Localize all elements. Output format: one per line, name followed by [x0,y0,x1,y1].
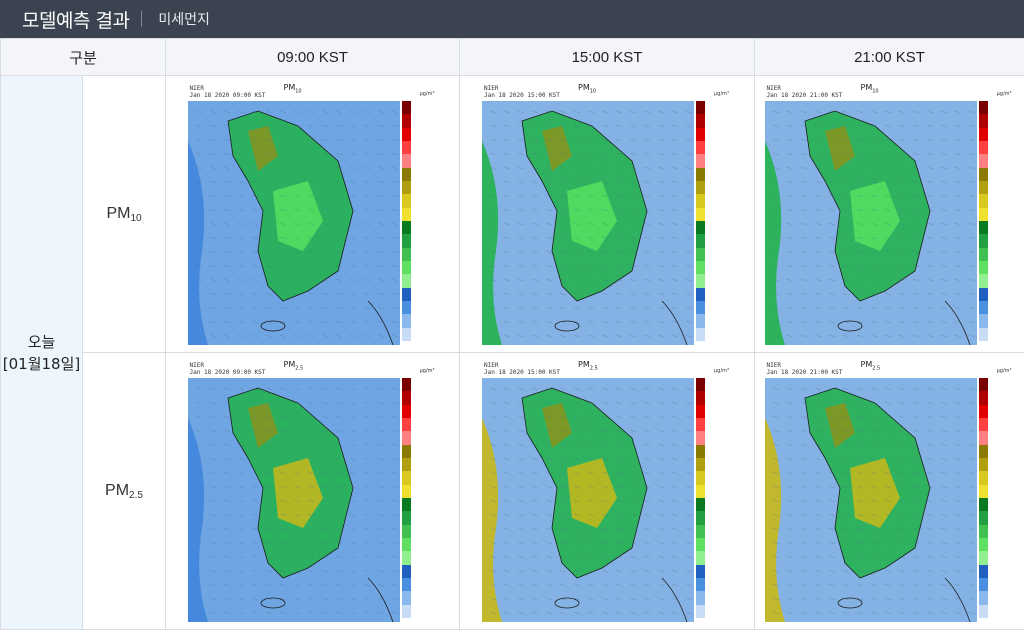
forecast-map: NIER Jan 18 2020 15:00 KST PM2.5 μg/m³ [482,360,733,622]
title-bar: 모델예측 결과 미세먼지 [0,0,1024,38]
color-scale-ticks [990,101,1014,341]
day-date: [01월18일] [2,354,81,373]
map-source: NIER [484,362,499,369]
pm10-sub: 10 [130,212,142,224]
concentration-field [187,378,400,622]
map-unit: μg/m³ [714,368,730,374]
map-cell-pm10-1500[interactable]: NIER Jan 18 2020 15:00 KST PM10 μg/m³ [459,75,756,353]
map-timestamp: Jan 18 2020 09:00 KST [189,92,266,99]
color-scale-bar [978,101,988,342]
concentration-field [482,378,695,622]
map-cell-pm25-0900[interactable]: NIER Jan 18 2020 09:00 KST PM2.5 μg/m³ [165,352,461,630]
map-timestamp: Jan 18 2020 21:00 KST [766,92,843,99]
day-cell: 오늘 [01월18일] [0,75,83,630]
color-scale-ticks [413,101,437,341]
map-unit: μg/m³ [996,91,1012,97]
map-timestamp: Jan 18 2020 15:00 KST [484,369,560,376]
map-title: PM2.5 [283,360,304,372]
map-source: NIER [766,85,781,92]
color-scale-bar [696,101,706,342]
row-label-pm25: PM2.5 [81,352,167,630]
color-scale-ticks [990,378,1014,618]
map-source: NIER [766,362,781,369]
map-title: PM10 [578,83,597,95]
column-header-time-3: 21:00 KST [754,38,1024,76]
concentration-field [482,101,695,345]
color-scale-bar [696,378,706,619]
map-unit: μg/m³ [996,368,1012,374]
concentration-field [764,101,977,345]
map-title: PM10 [283,83,302,95]
map-cell-pm25-2100[interactable]: NIER Jan 18 2020 21:00 KST PM2.5 μg/m³ [754,352,1024,630]
map-timestamp: Jan 18 2020 21:00 KST [766,369,843,376]
map-cell-pm25-1500[interactable]: NIER Jan 18 2020 15:00 KST PM2.5 μg/m³ [459,352,756,630]
page-subtitle: 미세먼지 [158,12,210,28]
concentration-field [764,378,977,622]
forecast-map: NIER Jan 18 2020 09:00 KST PM2.5 μg/m³ [187,360,438,622]
map-source: NIER [484,85,499,92]
color-scale-ticks [413,378,437,618]
map-unit: μg/m³ [419,368,435,374]
row-label-pm10: PM10 [81,75,167,353]
pm25-name: PM [105,481,130,499]
forecast-map: NIER Jan 18 2020 15:00 KST PM10 μg/m³ [482,83,733,345]
color-scale-bar [401,378,411,619]
forecast-map: NIER Jan 18 2020 09:00 KST PM10 μg/m³ [187,83,438,345]
pm25-sub: 2.5 [129,489,143,501]
forecast-map: NIER Jan 18 2020 21:00 KST PM2.5 μg/m³ [764,360,1015,622]
map-unit: μg/m³ [419,91,435,97]
color-scale-bar [978,378,988,619]
day-label: 오늘 [27,332,56,351]
title-divider [141,11,143,27]
map-unit: μg/m³ [714,91,730,97]
map-title: PM2.5 [578,360,598,372]
color-scale-bar [401,101,411,342]
forecast-map: NIER Jan 18 2020 21:00 KST PM10 μg/m³ [764,83,1015,345]
color-scale-ticks [707,378,731,618]
page-title: 모델예측 결과 [22,9,130,32]
concentration-field [187,101,400,345]
map-title: PM10 [860,83,879,95]
map-cell-pm10-2100[interactable]: NIER Jan 18 2020 21:00 KST PM10 μg/m³ [754,75,1024,353]
map-timestamp: Jan 18 2020 09:00 KST [189,369,266,376]
column-header-time-2: 15:00 KST [459,38,756,76]
map-source: NIER [189,362,204,369]
column-header-category: 구분 [0,38,167,76]
color-scale-ticks [707,101,731,341]
column-header-time-1: 09:00 KST [165,38,461,76]
map-source: NIER [189,85,204,92]
map-timestamp: Jan 18 2020 15:00 KST [484,92,560,99]
map-title: PM2.5 [860,360,881,372]
map-cell-pm10-0900[interactable]: NIER Jan 18 2020 09:00 KST PM10 μg/m³ [165,75,461,353]
pm10-name: PM [106,204,131,222]
forecast-table: 구분 09:00 KST 15:00 KST 21:00 KST 오늘 [01월… [0,38,1024,630]
